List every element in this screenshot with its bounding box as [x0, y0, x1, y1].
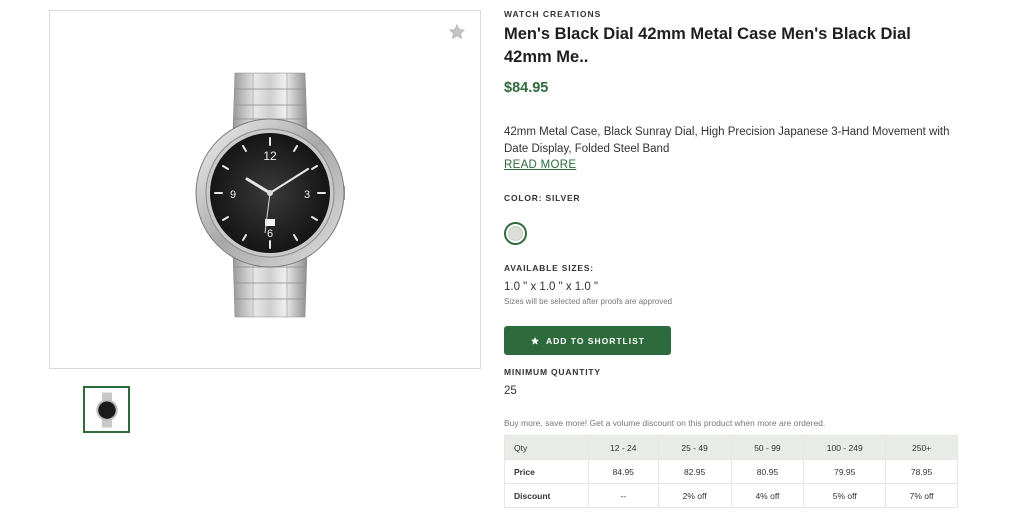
volume-discount-promo: Buy more, save more! Get a volume discou…	[504, 418, 826, 428]
qty-tier: 50 - 99	[730, 435, 805, 460]
qty-tier: 12 - 24	[587, 435, 659, 460]
product-price: $84.95	[504, 80, 549, 96]
size-note: Sizes will be selected after proofs are …	[504, 297, 673, 306]
watch-thumbnail-image	[95, 391, 118, 428]
qty-tier: 250+	[885, 435, 958, 460]
minimum-quantity-label: MINIMUM QUANTITY	[504, 367, 601, 377]
discount-cell: 5% off	[803, 483, 887, 508]
price-row-label: Price	[504, 459, 589, 484]
discount-row: Discount -- 2% off 4% off 5% off 7% off	[504, 483, 958, 508]
svg-text:9: 9	[230, 189, 236, 201]
brand-name: WATCH CREATIONS	[504, 9, 602, 19]
swatch-fill	[508, 226, 523, 241]
favorite-star-icon[interactable]	[448, 23, 466, 41]
product-thumbnail[interactable]	[83, 386, 130, 433]
qty-header: Qty	[504, 435, 589, 460]
price-cell: 82.95	[657, 459, 732, 484]
pricing-table: Qty 12 - 24 25 - 49 50 - 99 100 - 249 25…	[504, 435, 958, 508]
add-to-shortlist-label: ADD TO SHORTLIST	[546, 335, 645, 346]
star-icon	[531, 336, 539, 345]
product-title: Men's Black Dial 42mm Metal Case Men's B…	[504, 25, 911, 66]
svg-text:6: 6	[267, 228, 273, 240]
add-to-shortlist-button[interactable]: ADD TO SHORTLIST	[504, 326, 671, 355]
discount-cell: 4% off	[730, 483, 805, 508]
product-image-frame: 12 3 9 6	[49, 10, 481, 369]
qty-tier: 25 - 49	[657, 435, 732, 460]
size-value: 1.0 " x 1.0 " x 1.0 "	[504, 281, 599, 293]
svg-text:3: 3	[304, 189, 310, 201]
qty-tier: 100 - 249	[803, 435, 887, 460]
price-row: Price 84.95 82.95 80.95 79.95 78.95	[504, 459, 958, 484]
price-cell: 79.95	[803, 459, 887, 484]
available-sizes-label: AVAILABLE SIZES:	[504, 263, 594, 273]
pricing-header-row: Qty 12 - 24 25 - 49 50 - 99 100 - 249 25…	[504, 435, 958, 460]
read-more-link[interactable]: READ MORE	[504, 159, 576, 171]
discount-cell: 2% off	[657, 483, 732, 508]
price-cell: 78.95	[885, 459, 958, 484]
discount-cell: 7% off	[885, 483, 958, 508]
watch-image: 12 3 9 6	[195, 72, 345, 318]
color-swatch-silver[interactable]	[504, 222, 527, 245]
discount-row-label: Discount	[504, 483, 589, 508]
discount-cell: --	[587, 483, 659, 508]
color-label: COLOR: SILVER	[504, 193, 581, 203]
svg-text:12: 12	[263, 149, 277, 163]
price-cell: 80.95	[730, 459, 805, 484]
product-description: 42mm Metal Case, Black Sunray Dial, High…	[504, 126, 950, 155]
minimum-quantity-value: 25	[504, 385, 517, 397]
price-cell: 84.95	[587, 459, 659, 484]
